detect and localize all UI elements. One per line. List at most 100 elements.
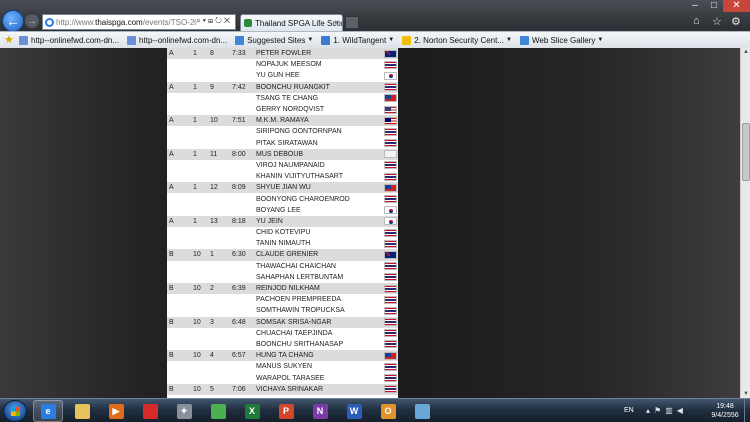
time-cell — [230, 204, 254, 216]
new-tab-button[interactable] — [345, 16, 359, 29]
flag-tray-icon[interactable]: ⚑ — [654, 406, 665, 415]
favorite-link[interactable]: 1. WildTangent ▼ — [321, 35, 395, 45]
minimize-button[interactable]: – — [685, 0, 705, 12]
chevron-down-icon: ▼ — [307, 37, 314, 43]
player-name: MANUS SUKYEN — [254, 361, 382, 373]
stop-icon[interactable]: ✕ — [224, 16, 232, 25]
player-row: PACHOEN PREMPREEDA — [167, 294, 398, 306]
language-indicator[interactable]: EN — [624, 407, 634, 414]
tee-cell: 10 — [191, 383, 208, 395]
wave-cell — [167, 126, 191, 138]
group-row: A 1 11 8:00 MUS DEBOUB — [167, 148, 398, 160]
expand-tray-icon[interactable]: ▴ — [646, 406, 654, 415]
start-button[interactable] — [3, 400, 27, 422]
taskbar-app-button[interactable]: O — [373, 400, 403, 422]
explorer-icon — [74, 403, 90, 419]
flag-th-icon — [384, 127, 397, 136]
taskbar-app-button[interactable]: X — [237, 400, 267, 422]
time-cell: 7:06 — [230, 383, 254, 395]
player-name: BOONCHU SRITHANASAP — [254, 338, 382, 351]
favorite-label: Suggested Sites — [247, 35, 306, 45]
time-cell — [230, 260, 254, 272]
flag-th-icon — [384, 385, 397, 394]
network-icon[interactable]: ▥ — [665, 406, 677, 415]
chevron-down-icon: ▼ — [388, 37, 395, 43]
taskbar-app-button[interactable]: N — [305, 400, 335, 422]
hole-cell: 8 — [208, 48, 230, 60]
close-window-button[interactable]: ✕ — [723, 0, 750, 12]
player-row: CHID KOTEVIPU — [167, 227, 398, 239]
taskbar-app-button[interactable] — [67, 400, 97, 422]
wave-cell: A — [167, 148, 191, 160]
flag-cell — [382, 282, 398, 295]
player-name: WARAPOL TARASEE — [254, 372, 382, 384]
hole-cell — [208, 171, 230, 183]
flag-cell — [382, 260, 398, 272]
wave-cell: B — [167, 350, 191, 362]
flag-cell — [382, 227, 398, 239]
show-desktop-button[interactable] — [744, 399, 750, 422]
time-cell — [230, 372, 254, 384]
taskbar-app-button[interactable]: ▶ — [101, 400, 131, 422]
player-name: PITAK SIRATAWAN — [254, 137, 382, 149]
scroll-up-icon[interactable]: ▲ — [743, 49, 749, 55]
player-name: THAWACHAI CHAICHAN — [254, 260, 382, 272]
favorites-star-icon[interactable]: ★ — [4, 34, 15, 46]
taskbar-app-button[interactable] — [135, 400, 165, 422]
scroll-down-icon[interactable]: ▼ — [743, 391, 749, 397]
hole-cell — [208, 338, 230, 351]
flag-cell — [382, 350, 398, 362]
tee-cell: 1 — [191, 182, 208, 194]
flag-tw-icon — [384, 351, 397, 360]
gear-icon[interactable]: ⚙ — [731, 15, 741, 28]
flag-cell — [382, 81, 398, 93]
maximize-button[interactable]: □ — [705, 0, 723, 12]
flag-au-icon — [384, 250, 397, 259]
back-button[interactable]: ← — [2, 10, 24, 32]
flag-cell — [382, 126, 398, 138]
address-bar[interactable]: http://www. thaispga.com/events/TSO-2013/… — [42, 14, 236, 30]
flag-cell — [382, 215, 398, 227]
taskbar-app-button[interactable]: P — [271, 400, 301, 422]
close-tab-icon[interactable]: × — [334, 18, 339, 27]
favorite-link[interactable]: 2. Norton Security Cent... ▼ — [402, 35, 512, 45]
wildtangent-icon — [321, 35, 331, 45]
word-icon: W — [346, 403, 362, 419]
favorite-link[interactable]: Web Slice Gallery ▼ — [519, 35, 603, 45]
time-cell: 7:51 — [230, 115, 254, 127]
group-row: A 1 12 8:09 SHYUE JIAN WU — [167, 182, 398, 194]
scrollbar-thumb[interactable] — [742, 123, 750, 181]
time-cell — [230, 238, 254, 250]
favorites-star-icon[interactable]: ☆ — [712, 15, 722, 28]
home-icon[interactable]: ⌂ — [693, 15, 700, 27]
player-row: YU GUN HEE — [167, 70, 398, 82]
clock[interactable]: 19:48 9/4/2556 — [708, 402, 742, 420]
wave-cell: A — [167, 182, 191, 194]
wave-cell: A — [167, 81, 191, 93]
flag-cell — [382, 249, 398, 261]
tee-cell — [191, 59, 208, 71]
volume-icon[interactable]: ◀ — [677, 406, 687, 415]
favorite-link[interactable]: http--onlinefwd.com-dn... — [127, 35, 227, 45]
player-row: TANIN NIMAUTH — [167, 238, 398, 250]
vertical-scrollbar[interactable]: ▲ ▼ — [740, 48, 750, 398]
tab-scoreboard[interactable]: Thailand SPGA Life Scorebo... × — [240, 14, 343, 31]
flag-cell — [382, 148, 398, 160]
forward-button[interactable]: → — [24, 13, 40, 29]
taskbar-app-button[interactable]: W — [339, 400, 369, 422]
taskbar-app-button[interactable]: ✦ — [169, 400, 199, 422]
taskbar-app-button[interactable] — [407, 400, 437, 422]
wave-cell — [167, 159, 191, 172]
taskbar-app-button[interactable]: e — [33, 400, 63, 422]
refresh-icon[interactable]: ↻ — [215, 16, 224, 25]
favorite-link[interactable]: Suggested Sites ▼ — [235, 35, 314, 45]
hole-cell — [208, 103, 230, 116]
player-name: NOPAJUK MEESOM — [254, 59, 382, 71]
favorite-link[interactable]: http--onlinefwd.com-dn... — [19, 35, 119, 45]
taskbar-app-button[interactable] — [203, 400, 233, 422]
time-cell — [230, 159, 254, 172]
tee-cell — [191, 271, 208, 283]
time-cell: 6:39 — [230, 282, 254, 295]
hole-cell: 12 — [208, 182, 230, 194]
tee-cell: 10 — [191, 350, 208, 362]
